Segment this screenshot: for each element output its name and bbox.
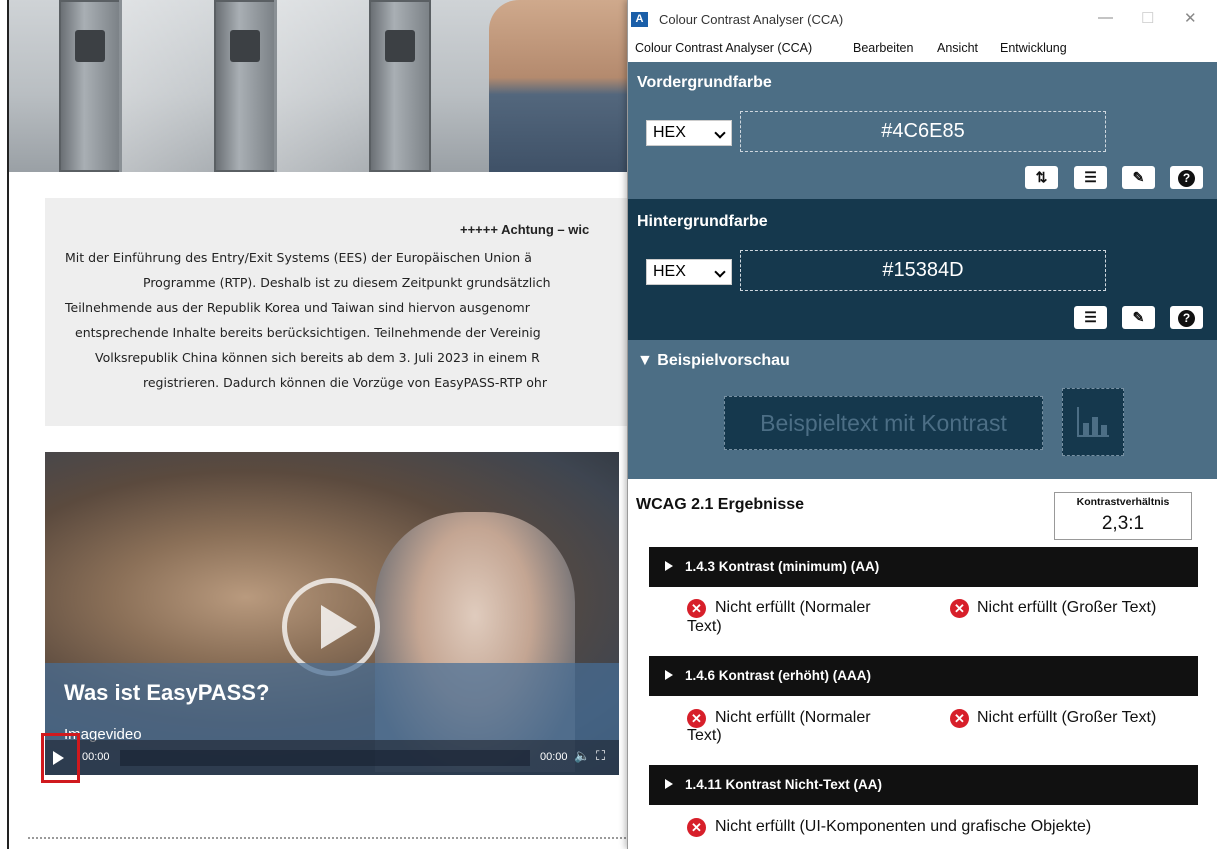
chevron-down-icon xyxy=(714,127,726,139)
notice-line: entsprechende Inhalte bereits berücksich… xyxy=(75,325,541,340)
video-total-time: 00:00 xyxy=(540,751,568,763)
hero-image xyxy=(9,0,629,172)
criterion-title: 1.4.11 Kontrast Nicht-Text (AA) xyxy=(685,777,883,792)
minimize-icon[interactable]: — xyxy=(1098,9,1113,26)
fail-icon: ✕ xyxy=(950,709,969,728)
sample-text: Beispieltext mit Kontrast xyxy=(724,396,1043,450)
menu-app[interactable]: Colour Contrast Analyser (CCA) xyxy=(635,41,812,55)
window-title: Colour Contrast Analyser (CCA) xyxy=(659,12,844,27)
background-heading: Hintergrundfarbe xyxy=(637,213,768,230)
criterion-1-4-6-toggle[interactable]: 1.4.6 Kontrast (erhöht) (AAA) xyxy=(649,656,1198,696)
result-normal-text: Nicht erfüllt (Normaler xyxy=(715,599,871,616)
highlight-box xyxy=(41,733,80,783)
sliders-icon[interactable]: ☰ xyxy=(1074,306,1107,329)
notice-line: Teilnehmende aus der Republik Korea und … xyxy=(65,300,530,315)
menu-view[interactable]: Ansicht xyxy=(937,41,978,55)
foreground-format-select[interactable]: HEX xyxy=(646,120,732,146)
close-icon[interactable]: ✕ xyxy=(1184,9,1197,27)
fail-icon: ✕ xyxy=(687,818,706,837)
result-normal-text-cont: Text) xyxy=(687,727,722,744)
notice-line: registrieren. Dadurch können die Vorzüge… xyxy=(143,375,547,390)
notice-line: Volksrepublik China können sich bereits … xyxy=(95,350,540,365)
chevron-right-icon xyxy=(665,670,673,680)
chevron-right-icon xyxy=(665,561,673,571)
help-icon[interactable]: ? xyxy=(1170,306,1203,329)
result-ui-components: Nicht erfüllt (UI-Komponenten und grafis… xyxy=(715,818,1092,835)
result-large-text: Nicht erfüllt (Großer Text) xyxy=(977,599,1157,616)
sample-chart-icon xyxy=(1062,388,1124,456)
video-play-overlay-button[interactable] xyxy=(282,578,380,676)
preview-heading-label: Beispielvorschau xyxy=(657,352,790,369)
video-progress-bar[interactable] xyxy=(120,750,530,766)
sliders-icon[interactable]: ☰ xyxy=(1074,166,1107,189)
notice-line: Programme (RTP). Deshalb ist zu diesem Z… xyxy=(143,275,551,290)
menu-edit[interactable]: Bearbeiten xyxy=(853,41,913,55)
section-divider xyxy=(28,837,626,839)
foreground-heading: Vordergrundfarbe xyxy=(637,74,772,91)
criterion-1-4-3-toggle[interactable]: 1.4.3 Kontrast (minimum) (AA) xyxy=(649,547,1198,587)
video-title: Was ist EasyPASS? xyxy=(64,680,270,705)
result-large-text: Nicht erfüllt (Großer Text) xyxy=(977,709,1157,726)
foreground-format-value: HEX xyxy=(653,124,686,141)
fullscreen-icon[interactable]: ⛶ xyxy=(596,748,605,764)
foreground-hex-input[interactable]: #4C6E85 xyxy=(740,111,1106,152)
criterion-title: 1.4.6 Kontrast (erhöht) (AAA) xyxy=(685,668,872,683)
help-icon[interactable]: ? xyxy=(1170,166,1203,189)
background-hex-input[interactable]: #15384D xyxy=(740,250,1106,291)
chevron-right-icon xyxy=(665,779,673,789)
swap-colors-button[interactable]: ⇅ xyxy=(1025,166,1058,189)
contrast-ratio-label: Kontrastverhältnis xyxy=(1076,496,1170,508)
fail-icon: ✕ xyxy=(687,709,706,728)
menu-development[interactable]: Entwicklung xyxy=(1000,41,1067,55)
preview-heading[interactable]: ▼ Beispielvorschau xyxy=(637,352,790,370)
contrast-ratio-value: 2,3:1 xyxy=(1101,513,1145,534)
criterion-1-4-11-toggle[interactable]: 1.4.11 Kontrast Nicht-Text (AA) xyxy=(649,765,1198,805)
eyedropper-icon[interactable]: ✎ xyxy=(1122,166,1155,189)
notice-title: +++++ Achtung – wic xyxy=(460,222,590,237)
result-normal-text: Nicht erfüllt (Normaler xyxy=(715,709,871,726)
eyedropper-icon[interactable]: ✎ xyxy=(1122,306,1155,329)
fail-icon: ✕ xyxy=(950,599,969,618)
cca-window: A Colour Contrast Analyser (CCA) — ☐ ✕ C… xyxy=(627,0,1217,849)
volume-icon[interactable]: 🔈 xyxy=(574,748,590,764)
video-current-time: 00:00 xyxy=(82,751,110,763)
background-format-select[interactable]: HEX xyxy=(646,259,732,285)
criterion-title: 1.4.3 Kontrast (minimum) (AA) xyxy=(685,559,880,574)
fail-icon: ✕ xyxy=(687,599,706,618)
results-heading: WCAG 2.1 Ergebnisse xyxy=(636,496,805,513)
chevron-down-icon xyxy=(714,266,726,278)
notice-text: +++++ Achtung – wic Mit der Einführung d… xyxy=(45,198,629,426)
result-normal-text-cont: Text) xyxy=(687,618,722,635)
app-icon: A xyxy=(631,12,648,27)
notice-line: Mit der Einführung des Entry/Exit System… xyxy=(65,250,532,265)
maximize-icon[interactable]: ☐ xyxy=(1141,9,1154,27)
background-format-value: HEX xyxy=(653,263,686,280)
